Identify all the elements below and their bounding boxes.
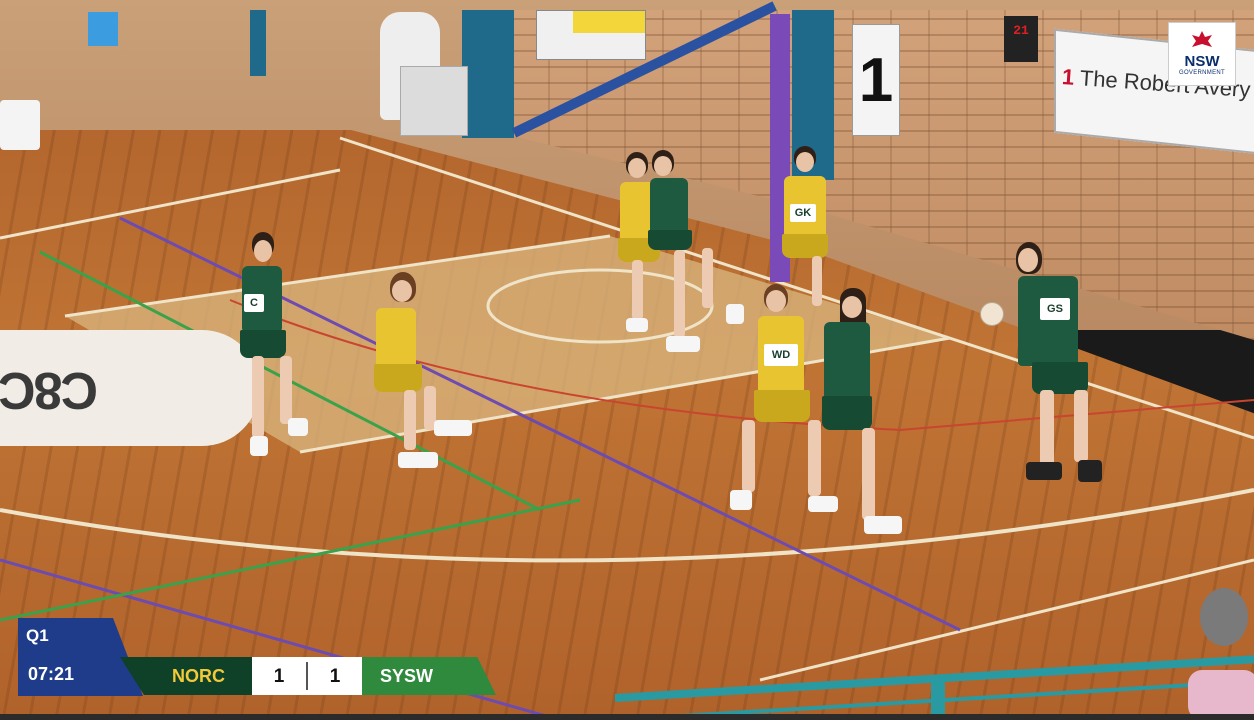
player-head	[766, 290, 786, 312]
player-leg	[280, 356, 292, 424]
goal-post-sign: 1	[852, 24, 900, 136]
position-bib: C	[244, 294, 264, 312]
player-dress	[650, 178, 688, 236]
scorebug-clock: 07:21	[28, 664, 75, 684]
player-leg	[674, 250, 685, 338]
scorebug-home-team: NORC	[172, 666, 225, 686]
goal-circle-line	[0, 488, 1254, 563]
position-bib: WD	[764, 344, 798, 366]
player-shoe	[1078, 460, 1102, 482]
player-leg	[1074, 390, 1088, 462]
court-line	[0, 168, 341, 240]
position-bib: GS	[1040, 298, 1070, 320]
wall-pillar	[462, 10, 514, 138]
player-shoe	[288, 418, 308, 436]
player-leg	[252, 356, 264, 438]
player-skirt	[374, 364, 422, 392]
player-skirt	[782, 234, 828, 258]
player-gs-green: GS	[984, 240, 1104, 494]
court-chair	[0, 100, 40, 150]
player-head	[1018, 248, 1038, 272]
player-head	[392, 280, 412, 302]
nsw-government-logo: NSW GOVERNMENT	[1168, 22, 1236, 86]
scorebug-away-score: 1	[329, 666, 341, 687]
nsw-logo-tagline: GOVERNMENT	[1178, 70, 1225, 76]
scorebug-divider	[306, 662, 308, 690]
player-leg	[632, 260, 643, 320]
court-logo-text: C8C	[0, 361, 99, 419]
player-shoe	[250, 436, 268, 456]
spectator-crowd	[1180, 580, 1254, 720]
player-dress	[376, 308, 416, 368]
waratah-icon	[1192, 31, 1212, 47]
scorebug-quarter: Q1	[26, 626, 49, 645]
player-head	[628, 158, 646, 178]
letterbox-bar-bottom	[0, 714, 1254, 720]
player-skirt	[648, 230, 692, 250]
player-head	[842, 296, 862, 318]
shot-clock: 21	[1004, 16, 1038, 62]
scorebug-home-score: 1	[273, 666, 285, 687]
player-shoe	[730, 490, 752, 510]
player-dress	[1018, 276, 1078, 366]
spectator-railing	[615, 655, 1254, 720]
nsw-logo-text: NSW	[1184, 53, 1220, 70]
player-leg	[404, 390, 416, 450]
broadcast-frame: 1 21 1 The Robert Avery Cou NSW GOVERNME…	[0, 0, 1254, 720]
scorebug-away-team: SYSW	[380, 666, 434, 686]
venue-banner-number: 1	[1061, 64, 1076, 90]
player-skirt	[754, 390, 810, 422]
sponsor-sign	[536, 10, 646, 60]
player-head	[796, 152, 814, 172]
player-shoe	[398, 452, 438, 468]
spectator-body	[1188, 670, 1254, 720]
player-leg	[1040, 390, 1054, 466]
spectator	[88, 12, 118, 46]
player-head	[654, 156, 672, 176]
player-skirt	[822, 396, 872, 430]
player-leg	[862, 428, 875, 520]
player-shoe	[864, 516, 902, 534]
position-bib: GK	[790, 204, 816, 222]
bench-cabinet	[400, 66, 468, 136]
player-dress	[824, 322, 870, 402]
player-leg	[742, 420, 755, 492]
player-c-green: C	[236, 232, 316, 464]
player-yellow-defender	[360, 272, 476, 476]
player-shoe	[1026, 462, 1062, 480]
netball	[980, 302, 1004, 326]
player-shoe	[434, 420, 472, 436]
player-leg	[702, 248, 713, 308]
player-green-defender	[820, 288, 920, 550]
player-head	[254, 240, 272, 262]
player-skirt	[240, 330, 286, 358]
spectator-head	[1200, 588, 1248, 646]
player-shoe	[626, 318, 648, 332]
player-shoe	[666, 336, 700, 352]
wall-post	[250, 10, 266, 76]
